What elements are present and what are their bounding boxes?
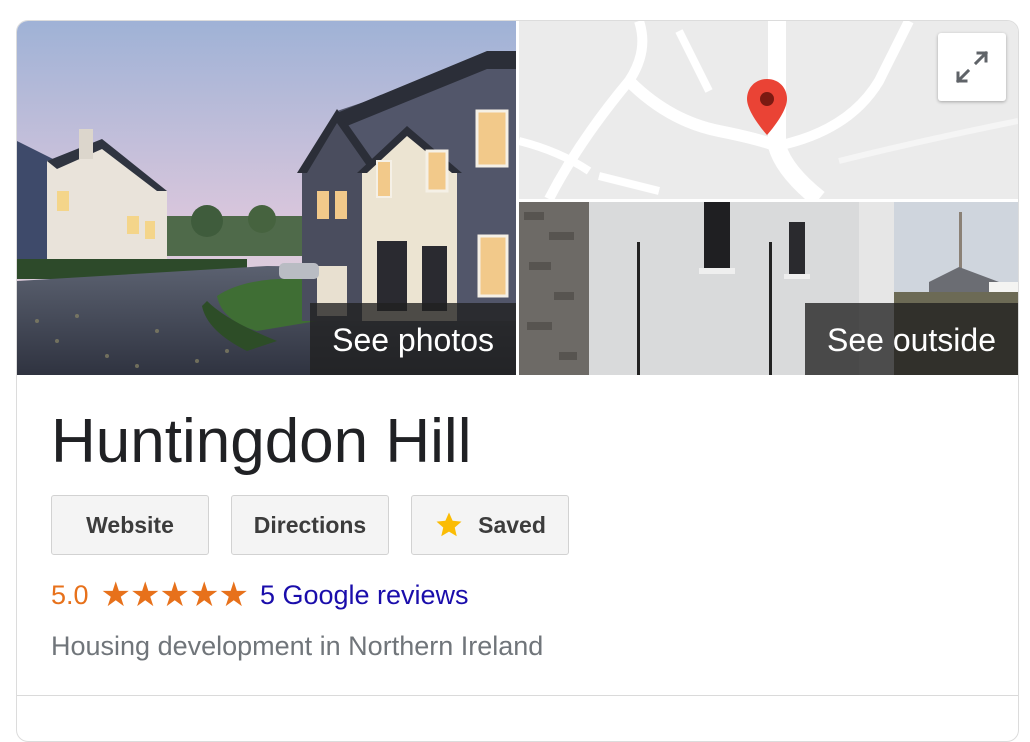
place-title: Huntingdon Hill (51, 407, 472, 476)
website-button[interactable]: Website (51, 495, 209, 555)
google-reviews-link[interactable]: 5 Google reviews (260, 580, 469, 611)
directions-button[interactable]: Directions (231, 495, 389, 555)
photo-grid: See photos See outside (17, 21, 1018, 375)
see-outside-button[interactable]: See outside (804, 303, 1018, 375)
place-category: Housing development in Northern Ireland (51, 631, 544, 661)
star-icon (436, 512, 462, 537)
saved-button-label: Saved (478, 511, 546, 538)
see-photos-button[interactable]: See photos (310, 303, 516, 375)
rating-row: 5.0 ★★★★★ 5 Google reviews (51, 577, 469, 613)
website-button-label: Website (86, 511, 174, 538)
outside-photo[interactable]: See outside (519, 202, 1018, 375)
expand-map-button[interactable] (938, 33, 1006, 101)
rating-score: 5.0 (51, 579, 89, 610)
knowledge-panel-card: See photos See outside Huntingdon Hill W… (16, 20, 1019, 742)
directions-button-label: Directions (253, 511, 367, 538)
main-photo[interactable]: See photos (17, 21, 516, 375)
rating-stars: ★★★★★ (100, 576, 249, 614)
saved-button[interactable]: Saved (411, 495, 569, 555)
expand-icon (955, 50, 989, 84)
map-thumbnail[interactable] (519, 21, 1018, 199)
divider (17, 695, 1018, 696)
map-pin-icon (747, 79, 787, 135)
